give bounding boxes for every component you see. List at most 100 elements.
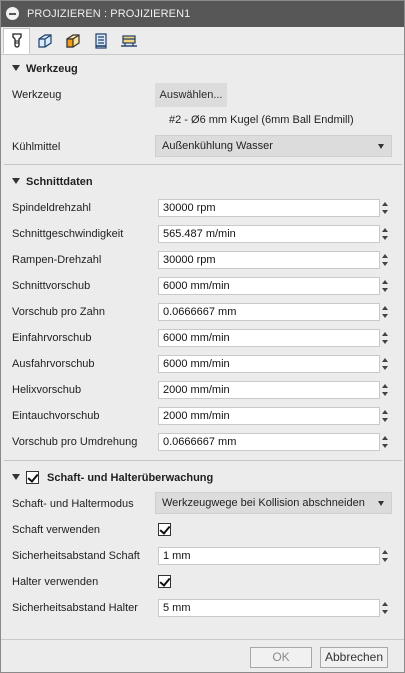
field-value: 2000 mm/min xyxy=(163,410,230,422)
spin-up-icon[interactable] xyxy=(382,384,388,388)
collapse-arrow-icon[interactable] xyxy=(12,65,20,71)
coolant-value: Außenkühlung Wasser xyxy=(162,140,273,152)
use-holder-checkbox[interactable] xyxy=(158,575,171,588)
field-label: Schnittvorschub xyxy=(12,280,91,292)
spin-up-icon[interactable] xyxy=(382,436,388,440)
section-werkzeug-header[interactable]: Werkzeug xyxy=(1,58,404,80)
section-title: Schaft- und Halterüberwachung xyxy=(47,472,214,484)
spinner[interactable] xyxy=(381,277,390,295)
spinner[interactable] xyxy=(381,355,390,373)
spin-up-icon[interactable] xyxy=(382,332,388,336)
holder-clearance-label: Sicherheitsabstand Halter xyxy=(12,602,138,614)
spin-down-icon[interactable] xyxy=(382,210,388,214)
ok-button[interactable]: OK xyxy=(250,647,312,668)
use-shaft-label: Schaft verwenden xyxy=(12,524,101,536)
spin-up-icon[interactable] xyxy=(382,254,388,258)
dialog-title: PROJIZIEREN : PROJIZIEREN1 xyxy=(27,8,191,20)
spin-up-icon[interactable] xyxy=(382,280,388,284)
tool-icon xyxy=(9,32,25,50)
cutting-feedrate-input[interactable]: 6000 mm/min xyxy=(158,277,380,295)
spin-down-icon[interactable] xyxy=(382,366,388,370)
spin-up-icon[interactable] xyxy=(382,602,388,606)
spin-down-icon[interactable] xyxy=(382,314,388,318)
spin-down-icon[interactable] xyxy=(382,288,388,292)
spinner[interactable] xyxy=(381,433,390,451)
heights-icon xyxy=(64,32,82,50)
tab-geometry[interactable] xyxy=(31,28,58,54)
spinner[interactable] xyxy=(381,407,390,425)
cutting-speed-input[interactable]: 565.487 m/min xyxy=(158,225,380,243)
spin-down-icon[interactable] xyxy=(382,444,388,448)
coolant-select[interactable]: Außenkühlung Wasser xyxy=(155,135,392,157)
section-schaft-header[interactable]: Schaft- und Halterüberwachung xyxy=(1,467,404,489)
spin-down-icon[interactable] xyxy=(382,340,388,344)
geometry-icon xyxy=(36,32,54,50)
field-label: Ausfahrvorschub xyxy=(12,358,95,370)
shaft-holder-mode-label: Schaft- und Haltermodus xyxy=(12,498,134,510)
plunge-feedrate-input[interactable]: 2000 mm/min xyxy=(158,407,380,425)
lead-out-feedrate-input[interactable]: 6000 mm/min xyxy=(158,355,380,373)
spin-up-icon[interactable] xyxy=(382,306,388,310)
section-title: Schnittdaten xyxy=(26,176,93,188)
field-label: Spindeldrehzahl xyxy=(12,202,91,214)
spin-down-icon[interactable] xyxy=(382,558,388,562)
spin-up-icon[interactable] xyxy=(382,202,388,206)
field-value: 6000 mm/min xyxy=(163,280,230,292)
tool-label: Werkzeug xyxy=(12,89,62,101)
passes-icon xyxy=(92,32,110,50)
tool-description: #2 - Ø6 mm Kugel (6mm Ball Endmill) xyxy=(169,114,354,126)
field-label: Schnittgeschwindigkeit xyxy=(12,228,124,240)
feed-per-tooth-input[interactable]: 0.0666667 mm xyxy=(158,303,380,321)
section-schnittdaten-header[interactable]: Schnittdaten xyxy=(1,171,404,193)
spin-down-icon[interactable] xyxy=(382,262,388,266)
shaft-holder-mode-select[interactable]: Werkzeugwege bei Kollision abschneiden xyxy=(155,492,392,514)
lead-in-feedrate-input[interactable]: 6000 mm/min xyxy=(158,329,380,347)
spin-down-icon[interactable] xyxy=(382,610,388,614)
dialog-content: Werkzeug Werkzeug Auswählen... #2 - Ø6 m… xyxy=(1,56,404,639)
field-value: 6000 mm/min xyxy=(163,332,230,344)
use-shaft-checkbox[interactable] xyxy=(158,523,171,536)
spin-up-icon[interactable] xyxy=(382,358,388,362)
collapse-arrow-icon[interactable] xyxy=(12,474,20,480)
spin-up-icon[interactable] xyxy=(382,410,388,414)
ramp-spindle-speed-input[interactable]: 30000 rpm xyxy=(158,251,380,269)
section-title: Werkzeug xyxy=(26,63,78,75)
field-label: Eintauchvorschub xyxy=(12,410,100,422)
field-value: 30000 rpm xyxy=(163,202,216,214)
shaft-clearance-input[interactable]: 1 mm xyxy=(158,547,380,565)
chevron-down-icon xyxy=(378,501,384,506)
tab-linking[interactable] xyxy=(115,28,142,54)
tab-tool[interactable] xyxy=(3,28,30,54)
section-divider xyxy=(4,460,402,461)
spinner[interactable] xyxy=(381,303,390,321)
feed-per-revolution-input[interactable]: 0.0666667 mm xyxy=(158,433,380,451)
spinner[interactable] xyxy=(381,225,390,243)
spin-down-icon[interactable] xyxy=(382,418,388,422)
projizieren-dialog: PROJIZIEREN : PROJIZIEREN1 Werkzeug Werk… xyxy=(0,0,405,673)
title-bar[interactable]: PROJIZIEREN : PROJIZIEREN1 xyxy=(1,1,404,27)
spinner[interactable] xyxy=(381,381,390,399)
helix-feedrate-input[interactable]: 2000 mm/min xyxy=(158,381,380,399)
collapse-dialog-icon[interactable] xyxy=(6,7,19,20)
field-label: Vorschub pro Umdrehung xyxy=(12,436,138,448)
spindle-speed-input[interactable]: 30000 rpm xyxy=(158,199,380,217)
tab-heights[interactable] xyxy=(59,28,86,54)
spinner[interactable] xyxy=(381,329,390,347)
field-value: 565.487 m/min xyxy=(163,228,236,240)
spin-down-icon[interactable] xyxy=(382,392,388,396)
spinner[interactable] xyxy=(381,251,390,269)
spinner[interactable] xyxy=(381,599,390,617)
collapse-arrow-icon[interactable] xyxy=(12,178,20,184)
spinner[interactable] xyxy=(381,199,390,217)
field-label: Helixvorschub xyxy=(12,384,82,396)
spin-up-icon[interactable] xyxy=(382,228,388,232)
field-value: 30000 rpm xyxy=(163,254,216,266)
select-tool-button[interactable]: Auswählen... xyxy=(155,83,227,107)
spinner[interactable] xyxy=(381,547,390,565)
holder-clearance-input[interactable]: 5 mm xyxy=(158,599,380,617)
shaft-holder-enable-checkbox[interactable] xyxy=(26,471,39,484)
spin-down-icon[interactable] xyxy=(382,236,388,240)
cancel-button[interactable]: Abbrechen xyxy=(320,647,388,668)
tab-passes[interactable] xyxy=(87,28,114,54)
spin-up-icon[interactable] xyxy=(382,550,388,554)
